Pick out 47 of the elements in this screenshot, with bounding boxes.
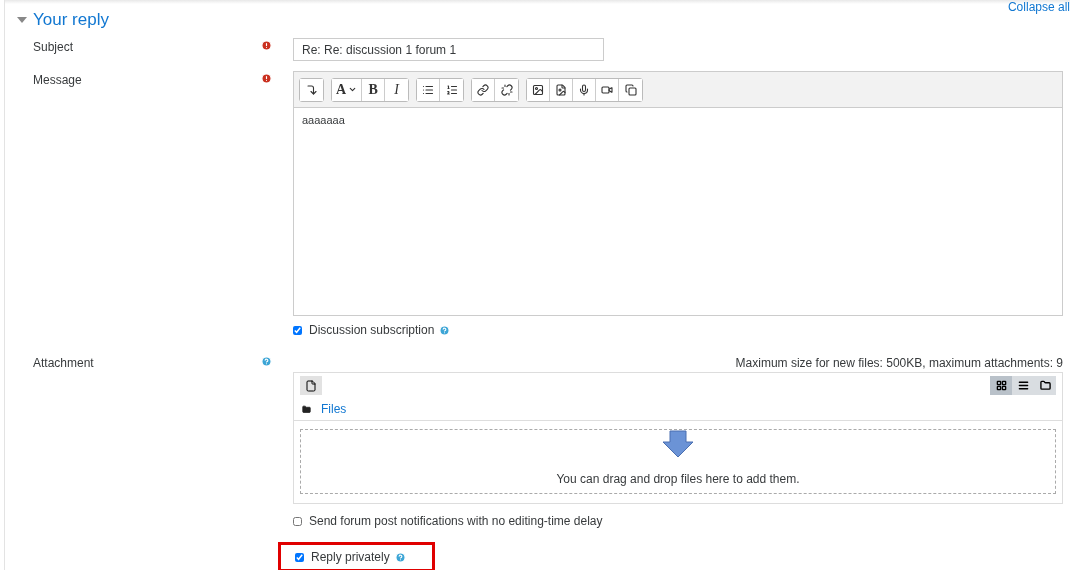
bulleted-list-icon xyxy=(422,83,435,96)
file-icon xyxy=(305,379,317,392)
add-file-button[interactable] xyxy=(300,376,322,395)
toolbar-button[interactable] xyxy=(527,78,551,101)
checkbox-label: Discussion subscription xyxy=(309,323,435,337)
folder-icon xyxy=(302,404,311,414)
subject-field[interactable]: Re: Re: discussion 1 forum 1 xyxy=(293,38,604,61)
toolbar-button[interactable] xyxy=(417,78,441,101)
video-camera-icon xyxy=(601,83,614,96)
toolbar-button[interactable] xyxy=(300,78,323,101)
link-icon xyxy=(477,83,490,96)
document-icon xyxy=(555,83,568,96)
folder-icon xyxy=(1039,380,1051,391)
image-icon xyxy=(532,83,545,96)
checkbox-label: Send forum post notifications with no editing-time delay xyxy=(309,514,603,528)
collapse-caret-icon[interactable] xyxy=(17,17,27,23)
drop-hint: You can drag and drop files here to add them. xyxy=(556,472,800,486)
checkbox[interactable] xyxy=(293,516,302,526)
field-label: Attachment xyxy=(33,355,95,370)
grid-icon xyxy=(995,380,1007,391)
numbered-list-icon xyxy=(445,83,458,96)
view-button[interactable] xyxy=(1034,376,1056,395)
toolbar-button[interactable] xyxy=(472,78,496,101)
help-icon[interactable] xyxy=(261,356,272,367)
checkbox-label: Reply privately xyxy=(311,550,390,564)
message-editor[interactable]: A B I aaaaaaa xyxy=(293,71,1063,316)
redo-icon xyxy=(305,83,318,96)
view-button[interactable] xyxy=(990,376,1012,395)
view-button[interactable] xyxy=(1012,376,1034,395)
down-arrow-icon xyxy=(662,430,694,458)
field-label: Message xyxy=(33,72,83,87)
field-label: Subject xyxy=(33,39,75,54)
checkbox[interactable] xyxy=(293,325,302,335)
broken-link-icon xyxy=(500,83,513,96)
help-icon[interactable] xyxy=(439,324,451,336)
drop-zone[interactable]: You can drag and drop files here to add them. xyxy=(300,429,1056,494)
files-link[interactable]: Files xyxy=(321,402,347,416)
collapse-all-link[interactable]: Collapse all xyxy=(1007,0,1070,14)
caret-icon xyxy=(348,85,358,94)
file-limits-text: Maximum size for new files: 500KB, maximum attachments: 9 xyxy=(734,355,1063,370)
font-menu-button[interactable]: A xyxy=(332,78,363,101)
checkbox[interactable] xyxy=(295,552,304,562)
list-icon xyxy=(1017,380,1029,391)
microphone-icon xyxy=(578,83,591,96)
help-icon[interactable] xyxy=(394,551,406,563)
section-title: Your reply xyxy=(33,10,109,30)
copy-icon xyxy=(624,83,637,96)
